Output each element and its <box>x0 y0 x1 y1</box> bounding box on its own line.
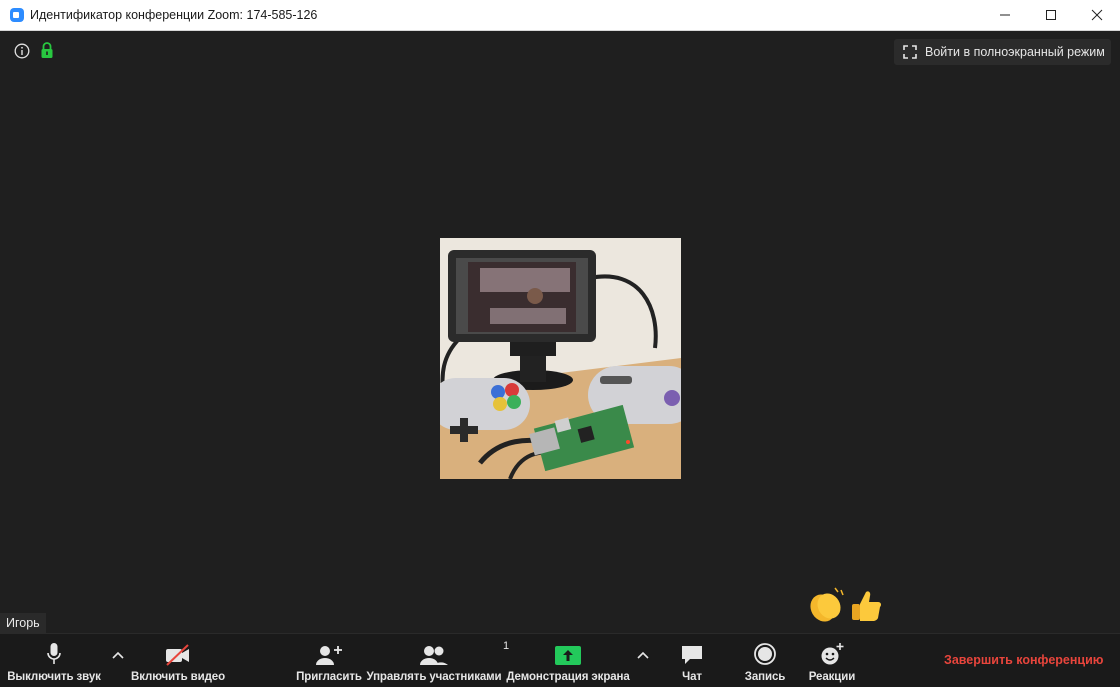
start-video-button[interactable]: Включить видео <box>128 634 228 687</box>
share-options-chevron-up-icon[interactable] <box>635 648 651 662</box>
record-icon <box>754 643 776 665</box>
add-user-icon <box>316 646 342 665</box>
minimize-icon <box>1000 14 1010 16</box>
window-title: Идентификатор конференции Zoom: 174-585-… <box>30 8 318 22</box>
close-icon <box>1091 9 1103 21</box>
reactions-label: Реакции <box>808 671 856 683</box>
chat-label: Чат <box>682 671 702 683</box>
share-screen-icon <box>555 646 581 665</box>
participant-video-tile[interactable] <box>440 238 681 479</box>
end-meeting-button[interactable]: Завершить конференцию <box>944 653 1103 667</box>
video-off-icon <box>166 644 189 666</box>
reaction-icon <box>821 643 844 665</box>
zoom-meeting-window: Идентификатор конференции Zoom: 174-585-… <box>0 0 1120 687</box>
enter-fullscreen-button[interactable]: Войти в полноэкранный режим <box>894 39 1111 65</box>
clap-and-thumbs-up-reactions <box>810 587 882 622</box>
invite-button[interactable]: Пригласить <box>294 634 364 687</box>
manage-participants-button[interactable]: 1 Управлять участниками <box>366 634 509 687</box>
window-controls <box>982 0 1120 30</box>
audio-options-chevron-up-icon[interactable] <box>110 648 126 662</box>
maximize-icon <box>1046 10 1056 20</box>
minimize-button[interactable] <box>982 0 1028 30</box>
clapping-hands-icon <box>810 587 844 622</box>
microphone-icon <box>47 643 61 664</box>
chat-button[interactable]: Чат <box>672 634 712 687</box>
thumbs-up-icon <box>852 591 882 621</box>
invite-label: Пригласить <box>296 671 362 683</box>
meeting-toolbar: Выключить звук Включить видео Пригласить… <box>0 633 1120 687</box>
maximize-button[interactable] <box>1028 0 1074 30</box>
reactions-button[interactable]: Реакции <box>806 634 858 687</box>
fullscreen-icon <box>903 45 917 59</box>
info-icon[interactable] <box>14 43 30 59</box>
share-screen-button[interactable]: Демонстрация экрана <box>506 634 630 687</box>
share-screen-label: Демонстрация экрана <box>506 671 630 683</box>
participant-profile-picture <box>440 238 681 479</box>
participants-icon <box>420 646 448 665</box>
fullscreen-label: Войти в полноэкранный режим <box>925 45 1105 59</box>
lock-icon[interactable] <box>40 42 54 59</box>
start-video-label: Включить видео <box>131 671 225 683</box>
record-label: Запись <box>744 671 786 683</box>
participant-name-label: Игорь <box>0 613 46 633</box>
manage-participants-label: Управлять участниками <box>366 671 502 683</box>
mute-button[interactable]: Выключить звук <box>4 634 104 687</box>
zoom-app-icon <box>10 8 24 22</box>
mute-label: Выключить звук <box>7 671 101 683</box>
chat-icon <box>682 646 702 664</box>
record-button[interactable]: Запись <box>740 634 790 687</box>
title-bar: Идентификатор конференции Zoom: 174-585-… <box>0 0 1120 31</box>
close-button[interactable] <box>1074 0 1120 30</box>
